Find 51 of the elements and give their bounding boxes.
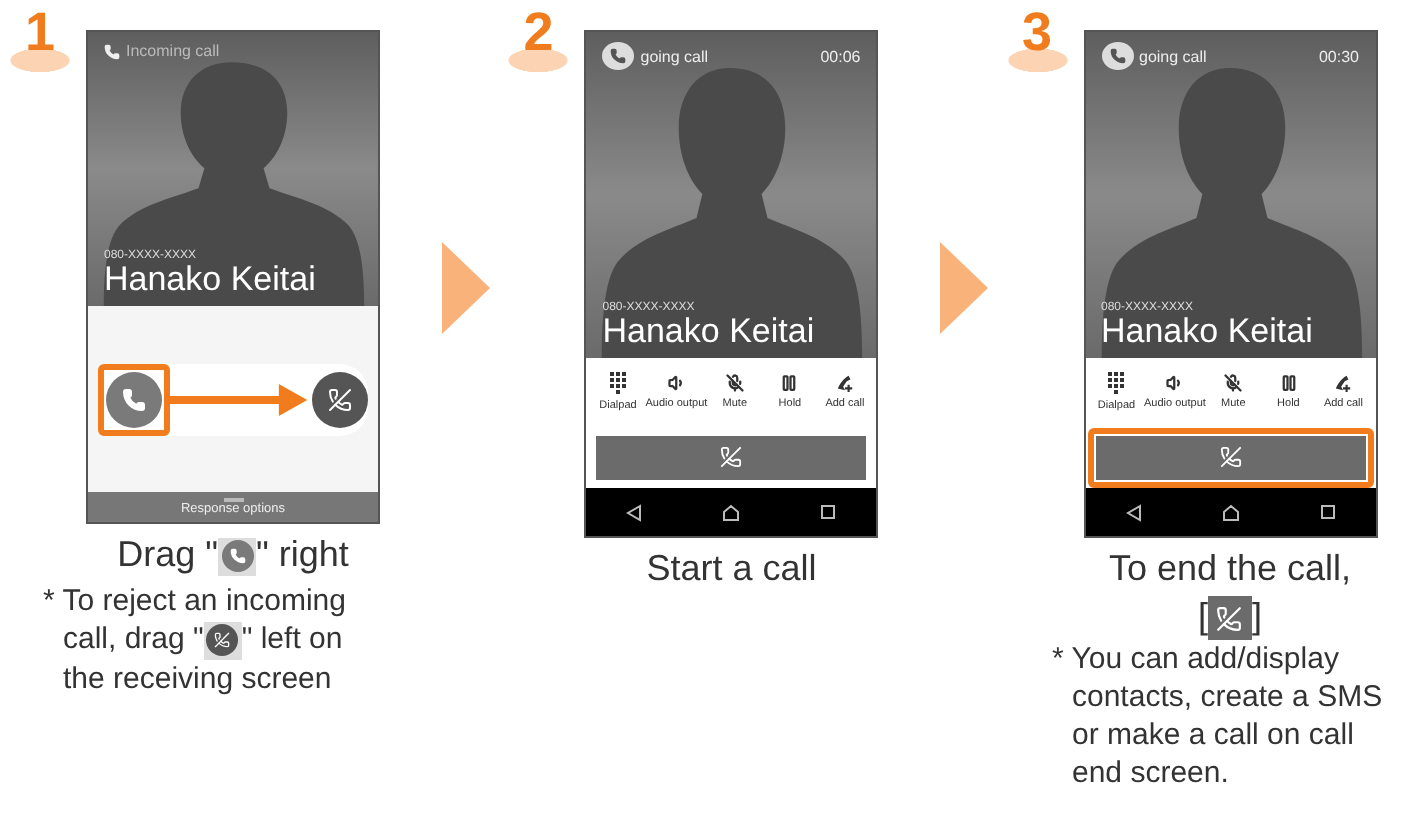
mic-off-icon — [725, 374, 744, 392]
phone-icon — [104, 43, 120, 59]
recents-icon[interactable] — [820, 504, 837, 520]
call-timer: 00:30 — [1318, 47, 1359, 65]
phone-off-icon — [328, 387, 352, 411]
note-text: * You can add/display contacts, create a SMS or make a call on call end screen. — [1052, 640, 1385, 793]
decline-button[interactable] — [312, 371, 368, 427]
call-timer: 00:06 — [820, 47, 861, 65]
back-icon[interactable] — [1125, 503, 1141, 521]
step-arrow-icon — [441, 242, 490, 334]
caption-text: ] — [1251, 596, 1262, 636]
home-icon[interactable] — [722, 503, 741, 521]
phone-off-icon — [720, 446, 743, 468]
step-number: 2 — [508, 6, 569, 74]
phone-icon — [1101, 42, 1133, 70]
speaker-icon — [667, 374, 686, 392]
speaker-icon — [1165, 374, 1184, 392]
call-status: going call — [1139, 47, 1207, 65]
end-call-icon — [1207, 596, 1252, 641]
step-arrow-icon — [940, 242, 989, 334]
phone-icon — [602, 42, 635, 70]
note-text: the receiving screen — [63, 661, 332, 696]
caller-name: Hanako Keitai — [602, 314, 817, 352]
phone-icon — [122, 387, 146, 411]
caller-name: Hanako Keitai — [1101, 314, 1315, 352]
call-status: Incoming call — [126, 42, 220, 60]
phone-plus-icon — [1334, 374, 1353, 392]
note-text: * To reject an incoming — [43, 584, 346, 618]
caption-text: To end the call, — [1108, 548, 1352, 588]
back-icon[interactable] — [626, 503, 643, 521]
pause-icon — [780, 374, 799, 392]
call-status: going call — [640, 47, 709, 65]
step-number: 1 — [10, 6, 70, 74]
recents-icon[interactable] — [1319, 504, 1335, 520]
note-text: call, drag " — [63, 622, 204, 656]
caption-text: Start a call — [646, 548, 817, 588]
note-text: " left on — [241, 622, 343, 656]
mic-off-icon — [1224, 374, 1243, 392]
step-number: 3 — [1007, 6, 1067, 74]
decline-icon — [203, 621, 242, 660]
phone-plus-icon — [835, 374, 854, 392]
answer-icon — [218, 537, 256, 576]
caption-text: [ — [1197, 596, 1208, 636]
caller-name: Hanako Keitai — [104, 262, 318, 300]
dialpad-icon — [1108, 372, 1125, 394]
home-icon[interactable] — [1221, 503, 1239, 521]
caption-text: Drag " — [117, 534, 218, 574]
dialpad-icon — [610, 372, 626, 394]
phone-off-icon — [1219, 446, 1241, 468]
pause-icon — [1279, 374, 1298, 392]
caption-text: " right — [256, 534, 349, 574]
